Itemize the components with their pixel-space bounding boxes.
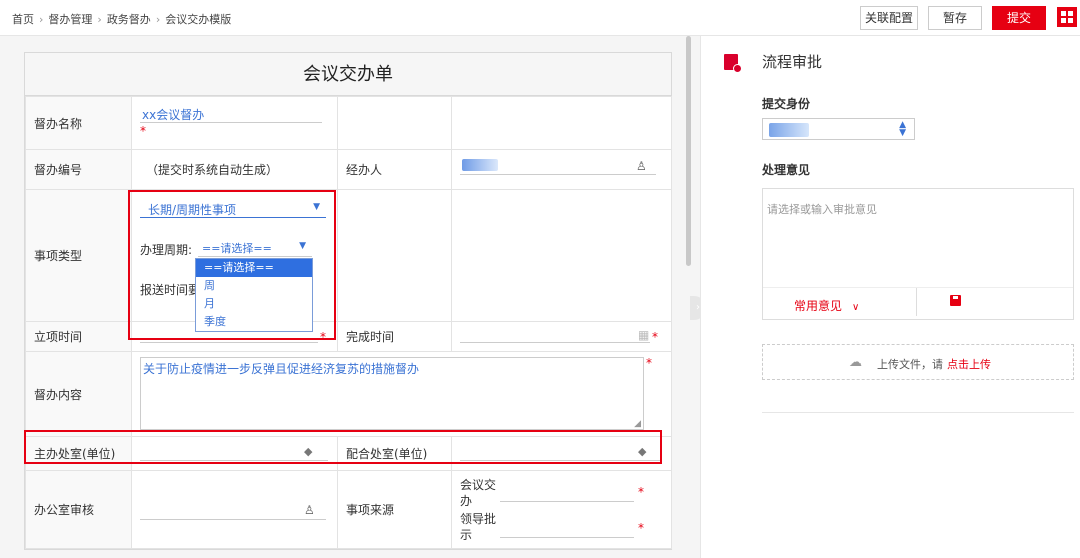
meeting-form: 会议交办单 督办名称 xx会议督办 * 督办编号 （提交时系统自动生成） 经办人 xyxy=(24,52,672,550)
chevron-down-icon: ∨ xyxy=(852,302,860,313)
related-config-button[interactable]: 关联配置 xyxy=(860,6,918,30)
identity-label: 提交身份 xyxy=(762,97,811,111)
name-label: 督办名称 xyxy=(25,96,132,150)
breadcrumb-home[interactable]: 首页 xyxy=(12,13,34,26)
cycle-dropdown-list: ==请选择== 周 月 季度 xyxy=(195,258,313,332)
identity-value-blurred xyxy=(769,123,809,137)
scrollbar[interactable] xyxy=(686,36,691,266)
opinion-divider xyxy=(763,287,1073,288)
breadcrumb: 首页 › 督办管理 › 政务督办 › 会议交办模版 xyxy=(12,11,231,27)
approval-title: 流程审批 xyxy=(762,53,823,71)
document-icon xyxy=(724,54,742,73)
opinion-placeholder: 请选择或输入审批意见 xyxy=(767,203,877,216)
office-review-input[interactable] xyxy=(140,519,326,520)
source-option-leader[interactable]: 领导批示 xyxy=(460,511,506,543)
office-review-label: 办公室审核 xyxy=(25,470,132,549)
common-opinion-label: 常用意见 xyxy=(794,299,843,313)
dropdown-option[interactable]: 周 xyxy=(196,277,312,295)
breadcrumb-supervision[interactable]: 督办管理 xyxy=(48,13,92,26)
handler-input[interactable] xyxy=(460,174,656,175)
save-icon[interactable] xyxy=(950,295,961,306)
name-value: xx会议督办 xyxy=(142,108,205,122)
form-title: 会议交办单 xyxy=(25,53,671,96)
required-mark: * xyxy=(638,521,644,535)
divider xyxy=(762,412,1074,413)
breadcrumb-current: 会议交办模版 xyxy=(165,13,232,26)
required-mark: * xyxy=(638,485,644,499)
cloud-upload-icon: ☁ xyxy=(849,355,862,370)
handler-label: 经办人 xyxy=(337,149,452,190)
required-mark: * xyxy=(140,124,146,138)
content-textarea[interactable]: 关于防止疫情进一步反弹且促进经济复苏的措施督办 ◢ xyxy=(140,357,644,430)
breadcrumb-separator: › xyxy=(97,13,102,26)
source-meeting-input[interactable] xyxy=(500,501,634,502)
common-opinion-button[interactable]: 常用意见 ∨ xyxy=(794,297,859,314)
updown-arrow-icon: ▲ ▼ xyxy=(899,120,906,138)
name-cell: xx会议督办 * xyxy=(131,96,338,150)
grid-menu-icon[interactable] xyxy=(1057,7,1077,27)
form-pane: 会议交办单 督办名称 xx会议督办 * 督办编号 （提交时系统自动生成） 经办人 xyxy=(0,36,700,558)
finish-cell: ▦ * xyxy=(451,321,672,352)
breadcrumb-separator: › xyxy=(39,13,44,26)
source-leader-input[interactable] xyxy=(500,537,634,538)
content-value: 关于防止疫情进一步反弹且促进经济复苏的措施督办 xyxy=(143,362,420,376)
divider xyxy=(916,288,917,316)
draft-button[interactable]: 暂存 xyxy=(928,6,982,30)
opinion-label: 处理意见 xyxy=(762,163,811,177)
identity-select[interactable]: ▲ ▼ xyxy=(762,118,915,140)
required-mark: * xyxy=(652,330,658,344)
breadcrumb-gov-supervision[interactable]: 政务督办 xyxy=(107,13,151,26)
empty-cell xyxy=(337,96,452,150)
start-label: 立项时间 xyxy=(25,321,132,352)
content-label: 督办内容 xyxy=(25,351,132,437)
type-label: 事项类型 xyxy=(25,189,132,322)
user-picker-icon[interactable]: ♙ xyxy=(636,159,647,173)
upload-text: 上传文件，请 xyxy=(877,358,943,371)
dropdown-option[interactable]: ==请选择== xyxy=(196,259,312,277)
dropdown-option[interactable]: 月 xyxy=(196,295,312,313)
code-label: 督办编号 xyxy=(25,149,132,190)
user-picker-icon[interactable]: ♙ xyxy=(304,503,315,517)
finish-date-input[interactable] xyxy=(460,342,650,343)
empty-cell xyxy=(337,189,452,322)
office-review-cell: ♙ xyxy=(131,470,338,549)
empty-cell xyxy=(451,96,672,150)
handler-value-blurred xyxy=(462,159,498,171)
highlight-box-dept xyxy=(24,430,662,464)
top-bar: 首页 › 督办管理 › 政务督办 › 会议交办模版 关联配置 暂存 提交 xyxy=(0,0,1080,36)
handler-cell: ♙ xyxy=(451,149,672,190)
dropdown-option[interactable]: 季度 xyxy=(196,313,312,331)
content-cell: 关于防止疫情进一步反弹且促进经济复苏的措施督办 ◢ * xyxy=(131,351,672,437)
required-mark: * xyxy=(646,356,652,370)
name-input[interactable]: xx会议督办 xyxy=(140,105,322,123)
upload-area[interactable]: ☁ 上传文件，请 点击上传 xyxy=(762,344,1074,380)
submit-button[interactable]: 提交 xyxy=(992,6,1046,30)
source-label: 事项来源 xyxy=(337,470,452,549)
calendar-icon[interactable]: ▦ xyxy=(638,328,649,342)
finish-label: 完成时间 xyxy=(337,321,452,352)
empty-cell xyxy=(451,189,672,322)
breadcrumb-separator: › xyxy=(155,13,161,26)
start-date-input[interactable] xyxy=(140,342,318,343)
upload-link[interactable]: 点击上传 xyxy=(947,356,991,372)
source-option-meeting[interactable]: 会议交办 xyxy=(460,477,506,509)
resize-handle-icon[interactable]: ◢ xyxy=(634,419,641,429)
source-cell: 会议交办 * 领导批示 * xyxy=(451,470,672,549)
code-value: （提交时系统自动生成） xyxy=(131,149,338,190)
form-table: 督办名称 xx会议督办 * 督办编号 （提交时系统自动生成） 经办人 ♙ 事项类… xyxy=(25,96,672,549)
